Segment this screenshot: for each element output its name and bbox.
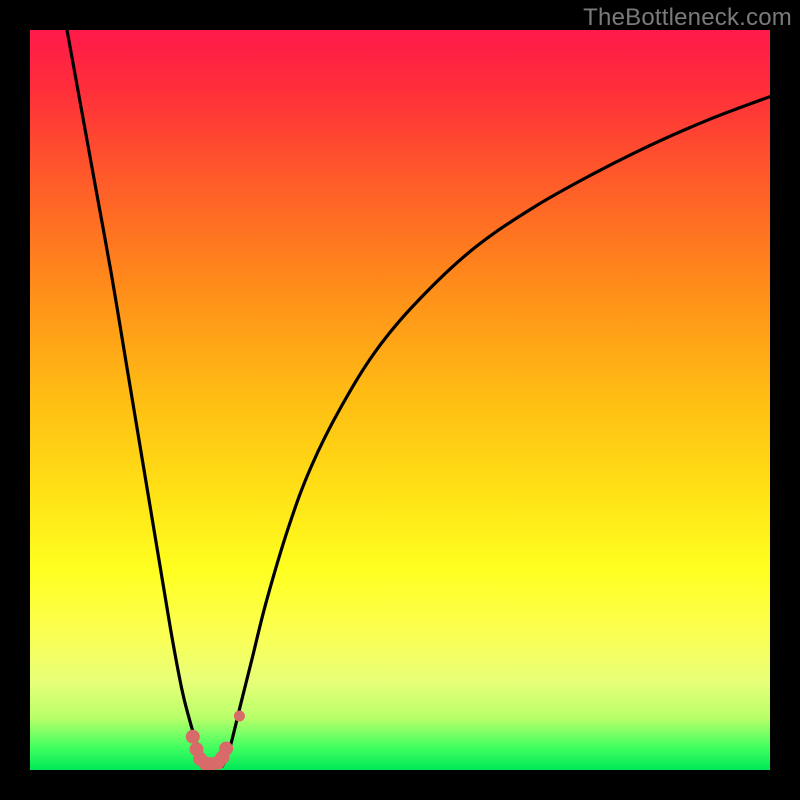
highlight-dot — [234, 710, 245, 721]
right-curve — [222, 97, 770, 767]
plot-area — [30, 30, 770, 770]
chart-frame: TheBottleneck.com — [0, 0, 800, 800]
attribution-label: TheBottleneck.com — [583, 4, 792, 32]
chart-svg — [30, 30, 770, 770]
highlight-dots — [186, 710, 245, 770]
left-curve — [67, 30, 204, 766]
highlight-dot — [219, 742, 233, 756]
highlight-dot — [186, 730, 200, 744]
